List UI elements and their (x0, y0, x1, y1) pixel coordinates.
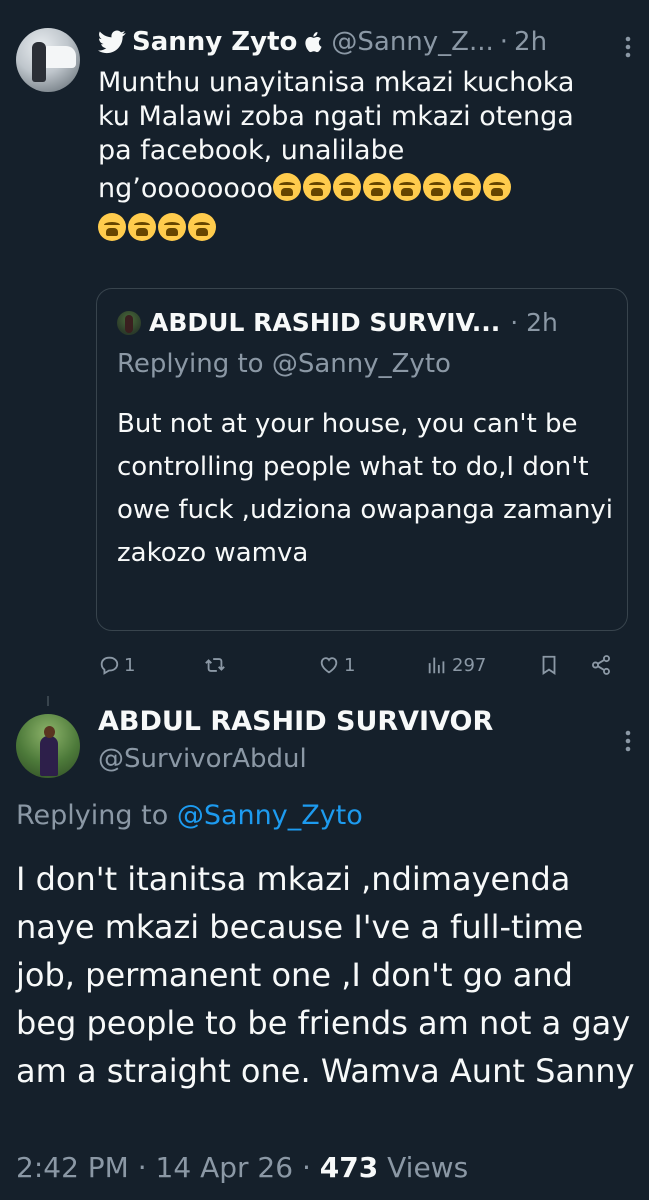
tweet-actions: 1 1 297 (96, 648, 626, 682)
share-button[interactable] (590, 648, 616, 682)
weary-face-icon (98, 213, 126, 241)
reply-button[interactable]: 1 (98, 648, 135, 682)
weary-face-icon (188, 213, 216, 241)
weary-face-icon (483, 173, 511, 201)
weary-face-icon (333, 173, 361, 201)
replying-to: Replying to @Sanny_Zyto (16, 800, 363, 831)
weary-face-icon (453, 173, 481, 201)
views-chart-icon (428, 657, 445, 674)
thread-connector (47, 696, 49, 706)
weary-face-icon (128, 213, 156, 241)
tweet-text: Munthu unayitanisa mkazi kuchoka ku Mala… (98, 66, 628, 246)
user-handle[interactable]: @Sanny_Z... (331, 27, 493, 57)
weary-face-icon (158, 213, 186, 241)
weary-face-icon (423, 173, 451, 201)
separator-dot: · (499, 27, 509, 57)
bookmark-button[interactable] (538, 648, 564, 682)
tweet-time: 2h (526, 307, 558, 337)
separator-dot: · (301, 1151, 311, 1184)
more-options-icon[interactable] (623, 730, 633, 752)
tweet-text-line: Munthu unayitanisa mkazi kuchoka (98, 67, 575, 98)
tweet-text-line: ng’oooooooo (98, 173, 273, 204)
quoted-tweet-card[interactable]: ABDUL RASHID SURVIV... · 2h Replying to … (96, 288, 628, 631)
like-button[interactable]: 1 (318, 648, 355, 682)
quoted-tweet-header: ABDUL RASHID SURVIV... · 2h (149, 303, 558, 341)
tweet-text-line: pa facebook, unalilabe (98, 135, 405, 166)
retweet-button[interactable] (204, 648, 230, 682)
share-icon (592, 655, 610, 675)
tweet-header: Sanny Zyto @Sanny_Z... · 2h (98, 24, 547, 60)
view-count: 473 (319, 1151, 379, 1184)
views-button[interactable]: 297 (426, 648, 486, 682)
quoted-tweet-text: But not at your house, you can't be cont… (117, 409, 614, 568)
view-count: 297 (452, 654, 487, 676)
separator-dot: · (137, 1151, 147, 1184)
weary-face-icon (393, 173, 421, 201)
tweet-text-line: ku Malawi zoba ngati mkazi otenga (98, 101, 574, 132)
emoji-row (273, 173, 513, 204)
tweet-date[interactable]: 14 Apr 26 (156, 1151, 294, 1184)
tweet-meta: 2:42 PM · 14 Apr 26 · 473 Views (16, 1151, 468, 1184)
tweet-time[interactable]: 2h (514, 27, 547, 57)
avatar[interactable] (16, 714, 80, 778)
apple-icon (305, 32, 322, 53)
bookmark-icon (542, 655, 556, 675)
twitter-bird-icon (98, 30, 126, 54)
mention-link[interactable]: @Sanny_Zyto (177, 800, 363, 831)
replying-to-prefix: Replying to (16, 800, 169, 831)
weary-face-icon (363, 173, 391, 201)
display-name: ABDUL RASHID SURVIV... (149, 307, 501, 337)
separator-dot: · (510, 307, 519, 337)
reply-icon (100, 656, 119, 675)
weary-face-icon (273, 173, 301, 201)
retweet-icon (205, 658, 225, 672)
heart-icon (320, 657, 338, 674)
avatar[interactable] (16, 28, 80, 92)
user-handle[interactable]: @SurvivorAbdul (98, 744, 307, 774)
avatar (117, 311, 141, 335)
weary-face-icon (303, 173, 331, 201)
emoji-row (98, 212, 628, 246)
tweet-text: I don't itanitsa mkazi ,ndimayenda naye … (16, 860, 635, 1090)
tweet-time[interactable]: 2:42 PM (16, 1151, 129, 1184)
replying-to: Replying to @Sanny_Zyto (117, 349, 451, 379)
display-name[interactable]: ABDUL RASHID SURVIVOR (98, 706, 493, 737)
display-name[interactable]: Sanny Zyto (132, 27, 297, 57)
reply-count: 1 (124, 654, 136, 676)
views-label: Views (387, 1151, 469, 1184)
more-options-icon[interactable] (623, 36, 633, 58)
like-count: 1 (344, 654, 356, 676)
